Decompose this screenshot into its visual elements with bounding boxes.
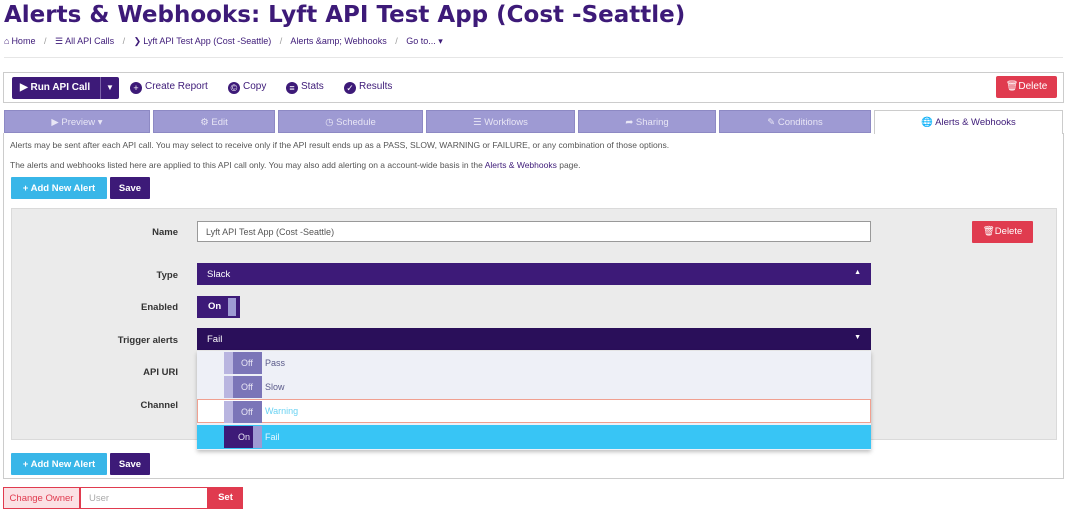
toolbar: ▶ Run API Call ▼ + Create Report © Copy ≡ S… [3, 72, 1064, 103]
create-report-button[interactable]: + Create Report [130, 81, 208, 94]
enabled-label: Enabled [141, 302, 178, 313]
tab-alerts-webhooks[interactable]: 🌐 Alerts & Webhooks [874, 110, 1063, 134]
plus-circle-icon: + [130, 82, 142, 94]
caret-down-icon: ▼ [106, 83, 114, 92]
type-label: Type [156, 270, 178, 281]
set-owner-button[interactable]: Set [208, 487, 243, 509]
plus-icon: + [22, 183, 31, 194]
breadcrumb-separator: / [122, 36, 126, 46]
app-link[interactable]: ❯ Lyft API Test App (Cost -Seattle) [134, 36, 272, 46]
list-icon: ☰ [473, 117, 485, 128]
trigger-option-pass[interactable]: Off Pass [197, 351, 871, 375]
plus-icon: + [22, 459, 31, 470]
user-input[interactable]: User [80, 487, 208, 509]
trigger-option-slow[interactable]: Off Slow [197, 375, 871, 399]
divider [4, 57, 1063, 58]
tab-edit[interactable]: ⚙ Edit [153, 110, 275, 133]
home-link[interactable]: ⌂ Home [4, 36, 35, 46]
run-dropdown-button[interactable]: ▼ [100, 77, 119, 99]
globe-icon: 🌐 [921, 117, 936, 128]
results-button[interactable]: ✓ Results [344, 81, 392, 94]
toggle-knob [228, 298, 236, 316]
tab-workflows[interactable]: ☰ Workflows [426, 110, 575, 133]
check-circle-icon: ✓ [344, 82, 356, 94]
run-api-call-button[interactable]: ▶ Run API Call [12, 77, 100, 99]
trigger-option-warning[interactable]: Off Warning [197, 399, 871, 423]
clock-icon: ◷ [325, 117, 337, 128]
option-toggle[interactable]: Off [224, 401, 262, 423]
home-icon: ⌂ [4, 36, 10, 46]
tab-conditions[interactable]: ✎ Conditions [719, 110, 871, 133]
play-icon: ▶ [20, 82, 31, 93]
add-new-alert-button[interactable]: + Add New Alert [11, 177, 107, 199]
trigger-alerts-label: Trigger alerts [117, 335, 178, 346]
api-uri-label: API URI [143, 367, 178, 378]
gear-icon: ⚙ [200, 117, 212, 128]
tab-preview[interactable]: ▶ Preview ▾ [4, 110, 150, 133]
alerts-webhooks-link[interactable]: Alerts & Webhooks [485, 160, 557, 170]
type-select[interactable]: Slack ▲ [197, 263, 871, 285]
breadcrumb: ⌂ Home / ☰ All API Calls / ❯ Lyft API Test … [4, 36, 443, 47]
trash-icon: 🗑 [1005, 81, 1019, 92]
add-new-alert-button-bottom[interactable]: + Add New Alert [11, 453, 107, 475]
change-owner-button[interactable]: Change Owner [3, 487, 80, 509]
trash-icon: 🗑 [982, 226, 995, 237]
copy-button[interactable]: © Copy [228, 81, 266, 94]
play-icon: ▶ [51, 117, 62, 128]
save-button-bottom[interactable]: Save [110, 453, 150, 475]
stats-icon: ≡ [286, 82, 298, 94]
info-text-1: Alerts may be sent after each API call. … [10, 140, 670, 150]
pencil-icon: ✎ [767, 117, 778, 128]
channel-label: Channel [140, 400, 178, 411]
breadcrumb-separator: / [43, 36, 47, 46]
option-toggle[interactable]: On [224, 426, 262, 448]
option-toggle[interactable]: Off [224, 352, 262, 374]
chevron-right-icon: ❯ [133, 36, 142, 46]
name-label: Name [152, 227, 178, 238]
delete-alert-button[interactable]: 🗑Delete [972, 221, 1033, 243]
trigger-alerts-select[interactable]: Fail ▼ [197, 328, 871, 350]
stats-button[interactable]: ≡ Stats [286, 81, 324, 94]
tab-sharing[interactable]: ➦ Sharing [578, 110, 716, 133]
delete-api-call-button[interactable]: 🗑Delete [996, 76, 1057, 98]
breadcrumb-separator: / [395, 36, 398, 46]
caret-down-icon: ▼ [854, 334, 861, 341]
tab-schedule[interactable]: ◷ Schedule [278, 110, 423, 133]
current-crumb: Alerts &amp; Webhooks [290, 36, 387, 46]
all-api-calls-link[interactable]: ☰ All API Calls [55, 36, 114, 46]
caret-up-icon: ▲ [854, 269, 861, 276]
alert-name-input[interactable]: Lyft API Test App (Cost -Seattle) [197, 221, 871, 242]
page-title: Alerts & Webhooks: Lyft API Test App (Co… [4, 2, 686, 28]
info-text-2: The alerts and webhooks listed here are … [10, 160, 581, 170]
save-button[interactable]: Save [110, 177, 150, 199]
trigger-option-fail[interactable]: On Fail [197, 425, 871, 449]
enabled-toggle[interactable]: On [197, 296, 240, 318]
share-icon: ➦ [625, 117, 636, 128]
tab-bar: ▶ Preview ▾ ⚙ Edit ◷ Schedule ☰ Workflow… [3, 110, 1064, 134]
list-icon: ☰ [55, 36, 64, 46]
copy-icon: © [228, 82, 240, 94]
trigger-alerts-dropdown: Off Pass Off Slow Off Warning On Fail [197, 351, 871, 450]
goto-menu[interactable]: Go to... ▾ [406, 36, 443, 46]
option-toggle[interactable]: Off [224, 376, 262, 398]
breadcrumb-separator: / [279, 36, 283, 46]
